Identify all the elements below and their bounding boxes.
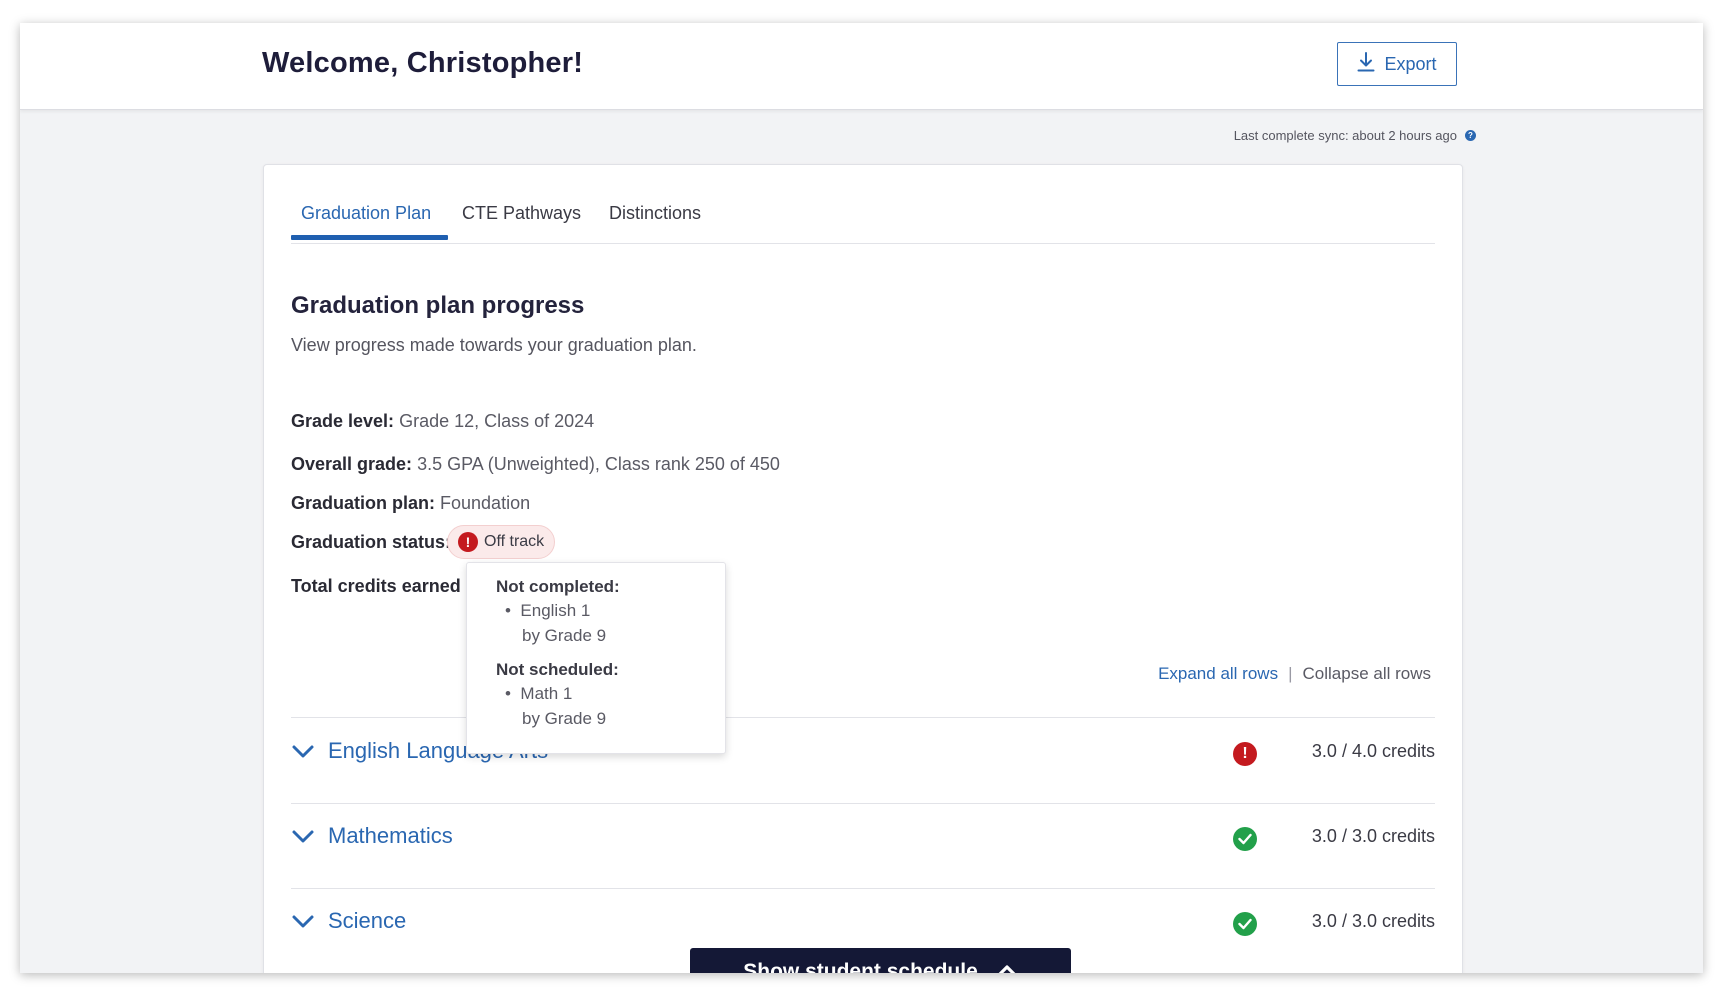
subject-credits: 3.0 / 3.0 credits <box>1311 826 1435 846</box>
not-completed-sub: by Grade 9 <box>522 626 607 645</box>
tab-bar: Graduation Plan CTE Pathways Distinction… <box>291 165 1435 244</box>
total-credits: Total credits earned <box>291 576 461 597</box>
grade-level-label: Grade level: <box>291 411 395 431</box>
row-controls: Expand all rows | Collapse all rows <box>1158 664 1431 684</box>
top-bar: Welcome, Christopher! Export <box>20 23 1703 110</box>
status-tooltip: Not completed: • English 1 by Grade 9 No… <box>466 562 726 754</box>
download-icon <box>1357 51 1375 77</box>
subject-credits: 3.0 / 3.0 credits <box>1311 911 1435 931</box>
overall-grade: Overall grade: 3.5 GPA (Unweighted), Cla… <box>291 454 780 475</box>
status-badge[interactable]: ! Off track <box>447 525 556 559</box>
section-description: View progress made towards your graduati… <box>291 335 697 355</box>
show-schedule-label: Show student schedule <box>743 960 978 973</box>
graduation-plan-value: Foundation <box>440 493 531 513</box>
not-completed-heading: Not completed: <box>496 577 620 596</box>
overall-grade-label: Overall grade: <box>291 454 413 474</box>
active-tab-indicator <box>291 235 448 240</box>
subject-row-english[interactable]: English Language Arts ! 3.0 / 4.0 credit… <box>291 736 1435 776</box>
expand-all-link[interactable]: Expand all rows <box>1158 664 1278 684</box>
subject-row-science[interactable]: Science 3.0 / 3.0 credits <box>291 906 1435 946</box>
divider <box>291 803 1435 804</box>
tab-graduation-plan[interactable]: Graduation Plan <box>301 203 431 224</box>
subject-credits: 3.0 / 4.0 credits <box>1311 741 1435 761</box>
check-circle-icon <box>1233 827 1257 851</box>
overall-grade-value: 3.5 GPA (Unweighted), Class rank 250 of … <box>417 454 780 474</box>
error-icon: ! <box>458 532 478 552</box>
error-icon: ! <box>1233 742 1257 766</box>
info-icon[interactable]: ? <box>1465 130 1476 141</box>
not-scheduled-sub: by Grade 9 <box>522 709 607 728</box>
check-circle-icon <box>1233 912 1257 936</box>
chevron-down-icon[interactable] <box>291 744 315 765</box>
tab-distinctions[interactable]: Distinctions <box>609 203 701 224</box>
not-completed-item: • English 1 <box>505 601 591 620</box>
sync-status: Last complete sync: about 2 hours ago ? <box>1234 128 1476 143</box>
graduation-status: Graduation status: <box>291 532 451 553</box>
divider <box>291 888 1435 889</box>
not-scheduled-item-text: Math 1 <box>520 684 573 703</box>
graduation-card: Graduation Plan CTE Pathways Distinction… <box>263 164 1463 973</box>
grade-level: Grade level: Grade 12, Class of 2024 <box>291 411 594 432</box>
collapse-all-link[interactable]: Collapse all rows <box>1303 664 1432 684</box>
sync-text: Last complete sync: about 2 hours ago <box>1233 128 1457 143</box>
export-label: Export <box>1384 53 1437 74</box>
divider <box>291 717 1435 718</box>
app-window: Welcome, Christopher! Export Last comple… <box>20 23 1703 973</box>
not-scheduled-item: • Math 1 <box>505 684 573 703</box>
subject-title[interactable]: Science <box>328 908 406 934</box>
welcome-heading: Welcome, Christopher! <box>262 47 584 79</box>
tab-cte-pathways[interactable]: CTE Pathways <box>462 203 581 224</box>
graduation-status-label: Graduation status: <box>291 532 452 552</box>
section-title: Graduation plan progress <box>291 292 585 319</box>
subject-title[interactable]: Mathematics <box>328 823 453 849</box>
grade-level-value: Grade 12, Class of 2024 <box>399 411 595 431</box>
not-scheduled-heading: Not scheduled: <box>496 660 619 679</box>
show-schedule-button[interactable]: Show student schedule <box>690 948 1071 973</box>
chevron-down-icon[interactable] <box>291 829 315 850</box>
link-separator: | <box>1288 664 1293 683</box>
status-badge-text: Off track <box>484 533 545 550</box>
chevron-up-icon <box>996 960 1018 973</box>
subject-row-mathematics[interactable]: Mathematics 3.0 / 3.0 credits <box>291 821 1435 861</box>
graduation-plan-label: Graduation plan: <box>291 493 435 513</box>
export-button[interactable]: Export <box>1337 42 1457 86</box>
total-credits-label: Total credits earned <box>291 576 461 596</box>
not-completed-item-text: English 1 <box>520 601 591 620</box>
graduation-plan: Graduation plan: Foundation <box>291 493 530 514</box>
chevron-down-icon[interactable] <box>291 914 315 935</box>
